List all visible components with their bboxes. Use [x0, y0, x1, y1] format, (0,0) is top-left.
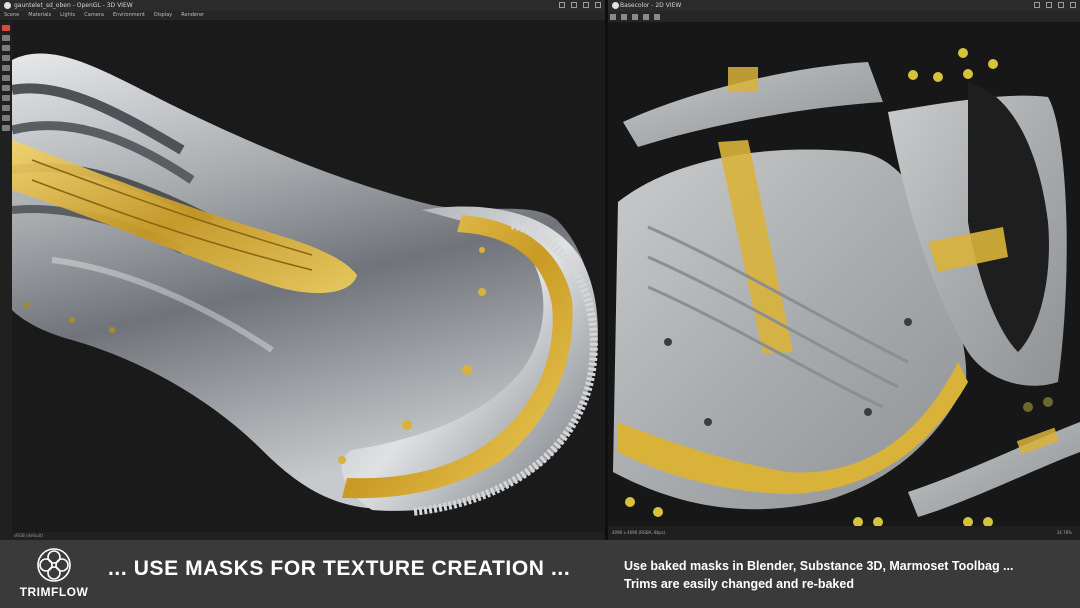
- menu-camera[interactable]: Camera: [84, 11, 104, 20]
- viewport-3d-panel: gauntelet_sd_oben - OpenGL - 3D VIEW Sce…: [0, 0, 605, 540]
- viewport-3d-titlebar: gauntelet_sd_oben - OpenGL - 3D VIEW: [0, 0, 605, 11]
- axis-tool-icon[interactable]: [2, 75, 10, 81]
- pin-icon[interactable]: [559, 2, 565, 8]
- camera-tool-icon[interactable]: [2, 25, 10, 31]
- menu-scene[interactable]: Scene: [4, 11, 19, 20]
- trimflow-logo: TRIMFLOW: [14, 547, 94, 605]
- restore-icon[interactable]: [571, 2, 577, 8]
- viewport-3d-title: gauntelet_sd_oben - OpenGL - 3D VIEW: [14, 2, 133, 9]
- grid-tool-icon[interactable]: [2, 65, 10, 71]
- menu-materials[interactable]: Materials: [28, 11, 51, 20]
- zoom-readout[interactable]: 34.78%: [1057, 526, 1072, 540]
- grid-tool-icon[interactable]: [632, 13, 638, 20]
- viewport-2d-statusbar: 4096 x 4096 (RGBA, 8bpc) 34.78%: [608, 526, 1080, 540]
- picker-tool-icon[interactable]: [643, 13, 649, 20]
- window-controls: [1034, 0, 1076, 8]
- menu-display[interactable]: Display: [154, 11, 172, 20]
- maximize-icon[interactable]: [583, 2, 589, 8]
- viewport-2d-titlebar: Basecolor - 2D VIEW: [608, 0, 1080, 11]
- menu-renderer[interactable]: Renderer: [181, 11, 204, 20]
- viewport-3d-menubar: Scene Materials Lights Camera Environmen…: [0, 11, 605, 20]
- chart-tool-icon[interactable]: [2, 125, 10, 131]
- colorspace-readout: sRGB (default): [14, 533, 44, 538]
- maximize-icon[interactable]: [1058, 2, 1064, 8]
- viewport-2d-title: Basecolor - 2D VIEW: [620, 2, 682, 9]
- viewport-2d-toolbar: [608, 11, 1080, 22]
- eye-tool-icon[interactable]: [2, 105, 10, 111]
- light-tool-icon[interactable]: [2, 35, 10, 41]
- sphere-tool-icon[interactable]: [2, 85, 10, 91]
- window-controls: [559, 0, 601, 8]
- banner-headline: ... USE MASKS FOR TEXTURE CREATION ...: [108, 557, 571, 580]
- basecolor-texture-view[interactable]: [608, 22, 1080, 526]
- trimflow-logo-icon: [37, 548, 71, 582]
- channel-tool-icon[interactable]: [621, 13, 627, 20]
- scene-tool-icon[interactable]: [2, 45, 10, 51]
- banner-subline-1: Use baked masks in Blender, Substance 3D…: [624, 559, 1014, 573]
- viewport-3d-statusbar: sRGB (default): [0, 532, 605, 540]
- image-tool-icon[interactable]: [2, 55, 10, 61]
- info-tool-icon[interactable]: [654, 13, 660, 20]
- gauntlet-3d-render[interactable]: [12, 20, 605, 532]
- banner-subline-2: Trims are easily changed and re-baked: [624, 577, 854, 591]
- restore-icon[interactable]: [1046, 2, 1052, 8]
- viewport-2d-panel: Basecolor - 2D VIEW 4096 x 4096 (RGBA, 8…: [608, 0, 1080, 540]
- cube-tool-icon[interactable]: [2, 95, 10, 101]
- brush-tool-icon[interactable]: [2, 115, 10, 121]
- texture-size-readout: 4096 x 4096 (RGBA, 8bpc): [612, 530, 666, 535]
- menu-lights[interactable]: Lights: [60, 11, 75, 20]
- logo-wordmark: TRIMFLOW: [19, 585, 89, 599]
- promo-banner: TRIMFLOW ... USE MASKS FOR TEXTURE CREAT…: [0, 540, 1080, 608]
- texture-uv-art: [613, 48, 1080, 526]
- viewport-tool-strip: [0, 22, 12, 538]
- gauntlet-render-art: [12, 53, 598, 516]
- pin-icon[interactable]: [1034, 2, 1040, 8]
- uv-tool-icon[interactable]: [610, 13, 616, 20]
- menu-environment[interactable]: Environment: [113, 11, 145, 20]
- app-icon: [4, 2, 11, 9]
- close-icon[interactable]: [1070, 2, 1076, 8]
- close-icon[interactable]: [595, 2, 601, 8]
- app-icon: [612, 2, 619, 9]
